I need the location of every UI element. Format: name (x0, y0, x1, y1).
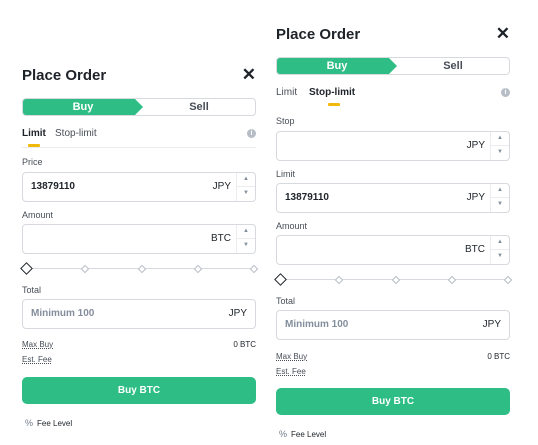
total-label: Total (276, 296, 296, 306)
max-buy-value: 0 BTC (233, 340, 256, 349)
amount-unit: BTC (465, 244, 485, 255)
amount-slider[interactable] (20, 262, 259, 275)
price-unit: JPY (212, 181, 231, 192)
close-icon[interactable]: ✕ (496, 25, 510, 42)
increment-icon[interactable]: ▲ (491, 236, 509, 250)
decrement-icon[interactable]: ▼ (491, 146, 509, 159)
price-input[interactable]: 13879110 JPY ▲ ▼ (22, 172, 256, 202)
stop-label: Stop (276, 116, 295, 126)
limit-label: Limit (276, 169, 296, 179)
slider-mark-50[interactable] (137, 264, 147, 274)
increment-icon[interactable]: ▲ (237, 225, 255, 239)
fee-level-link[interactable]: % Fee Level (25, 418, 72, 428)
amount-stepper: ▲ ▼ (490, 236, 509, 264)
buy-btc-button[interactable]: Buy BTC (276, 388, 510, 415)
amount-unit: BTC (211, 233, 231, 244)
buy-btc-button[interactable]: Buy BTC (22, 377, 256, 404)
buy-tab[interactable]: Buy (23, 99, 143, 115)
total-unit: JPY (482, 319, 501, 330)
order-type-tabs: Limit Stop-limit i (276, 87, 510, 107)
limit-unit: JPY (466, 192, 485, 203)
tab-label: Limit (276, 87, 298, 98)
price-value: 13879110 (31, 181, 75, 192)
increment-icon[interactable]: ▲ (491, 132, 509, 146)
max-buy-label[interactable]: Max Buy (22, 340, 53, 349)
amount-input[interactable]: BTC ▲ ▼ (276, 235, 510, 265)
slider-mark-100[interactable] (249, 264, 259, 274)
total-label: Total (22, 285, 42, 295)
order-type-tabs: Limit Stop-limit i (22, 128, 256, 148)
side-toggle: Buy Sell (22, 98, 256, 116)
amount-label: Amount (276, 221, 308, 231)
price-label: Price (22, 157, 43, 167)
limit-input[interactable]: 13879110 JPY ▲ ▼ (276, 183, 510, 213)
amount-input[interactable]: BTC ▲ ▼ (22, 224, 256, 254)
percent-icon: % (279, 429, 288, 439)
slider-mark-25[interactable] (334, 275, 344, 285)
place-order-panel-limit: Place Order ✕ Buy Sell Limit Stop-limit … (20, 0, 259, 445)
sell-tab[interactable]: Sell (143, 99, 255, 115)
panel-title: Place Order (22, 67, 107, 84)
decrement-icon[interactable]: ▼ (491, 250, 509, 263)
fee-level-link[interactable]: % Fee Level (279, 429, 326, 439)
panel-title: Place Order (276, 26, 361, 43)
stop-input[interactable]: JPY ▲ ▼ (276, 131, 510, 161)
sell-tab[interactable]: Sell (397, 58, 509, 74)
increment-icon[interactable]: ▲ (237, 173, 255, 187)
tab-stop-limit[interactable]: Stop-limit (55, 128, 97, 139)
slider-mark-75[interactable] (447, 275, 457, 285)
tab-limit[interactable]: Limit (22, 128, 46, 147)
fee-level-label: Fee Level (291, 430, 327, 439)
total-unit: JPY (228, 308, 247, 319)
tab-stop-limit[interactable]: Stop-limit (309, 87, 356, 106)
est-fee-label[interactable]: Est. Fee (22, 355, 52, 364)
decrement-icon[interactable]: ▼ (491, 198, 509, 211)
total-placeholder: Minimum 100 (285, 319, 349, 330)
percent-icon: % (25, 418, 34, 428)
divider (22, 147, 256, 148)
close-icon[interactable]: ✕ (242, 66, 256, 83)
tab-label: Limit (22, 128, 46, 139)
max-buy-label[interactable]: Max Buy (276, 352, 307, 361)
slider-mark-100[interactable] (503, 275, 513, 285)
tab-underline (328, 103, 340, 106)
stop-stepper: ▲ ▼ (490, 132, 509, 160)
price-stepper: ▲ ▼ (236, 173, 255, 201)
buy-tab[interactable]: Buy (277, 58, 397, 74)
amount-label: Amount (22, 210, 54, 220)
slider-handle[interactable] (274, 273, 287, 286)
limit-value: 13879110 (285, 192, 329, 203)
tab-label: Stop-limit (309, 87, 356, 98)
total-placeholder: Minimum 100 (31, 308, 95, 319)
est-fee-label[interactable]: Est. Fee (276, 367, 306, 376)
fee-level-label: Fee Level (37, 419, 73, 428)
stop-unit: JPY (466, 140, 485, 151)
info-icon[interactable]: i (501, 88, 510, 97)
limit-stepper: ▲ ▼ (490, 184, 509, 212)
max-buy-value: 0 BTC (487, 352, 510, 361)
slider-handle[interactable] (20, 262, 33, 275)
amount-slider[interactable] (274, 273, 513, 286)
amount-stepper: ▲ ▼ (236, 225, 255, 253)
total-input[interactable]: Minimum 100 JPY (22, 299, 256, 329)
slider-mark-50[interactable] (391, 275, 401, 285)
place-order-panel-stop-limit: Place Order ✕ Buy Sell Limit Stop-limit … (274, 0, 513, 445)
decrement-icon[interactable]: ▼ (237, 187, 255, 200)
tab-limit[interactable]: Limit (276, 87, 297, 98)
total-input[interactable]: Minimum 100 JPY (276, 310, 510, 340)
slider-mark-75[interactable] (193, 264, 203, 274)
slider-mark-25[interactable] (80, 264, 90, 274)
decrement-icon[interactable]: ▼ (237, 239, 255, 252)
side-toggle: Buy Sell (276, 57, 510, 75)
tab-label: Stop-limit (55, 128, 97, 139)
increment-icon[interactable]: ▲ (491, 184, 509, 198)
info-icon[interactable]: i (247, 129, 256, 138)
